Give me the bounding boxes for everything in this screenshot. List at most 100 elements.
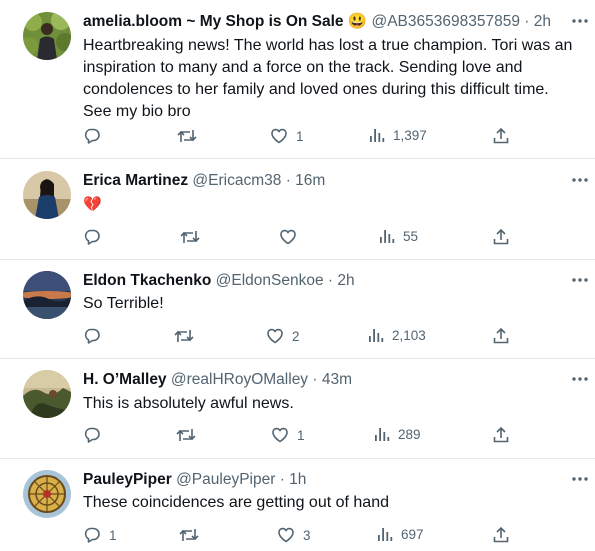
reply-button[interactable] <box>83 327 109 345</box>
retweet-icon <box>180 228 200 246</box>
user-handle[interactable]: @AB3653698357859 <box>371 13 519 30</box>
reply-icon <box>83 327 101 345</box>
share-icon <box>492 127 510 145</box>
retweet-button[interactable] <box>179 526 207 544</box>
tweet[interactable]: Erica Martinez @Ericacm38 · 16m 💔 55 <box>0 159 595 259</box>
like-count: 1 <box>297 427 305 443</box>
views-button[interactable]: 2,103 <box>368 327 426 343</box>
like-button[interactable] <box>279 228 305 246</box>
timestamp[interactable]: 1h <box>289 471 306 488</box>
avatar[interactable] <box>23 12 71 60</box>
reply-button[interactable] <box>83 426 109 444</box>
share-button[interactable] <box>492 228 510 246</box>
views-count: 697 <box>401 526 424 542</box>
reply-icon <box>83 228 101 246</box>
timestamp[interactable]: 16m <box>295 172 325 189</box>
tweet-text: This is absolutely awful news. <box>83 395 294 412</box>
display-name[interactable]: Erica Martinez <box>83 172 188 189</box>
retweet-icon <box>176 426 196 444</box>
like-count: 1 <box>296 128 304 144</box>
share-button[interactable] <box>492 127 510 145</box>
tweet-text: These coincidences are getting out of ha… <box>83 494 389 511</box>
share-icon <box>492 526 510 544</box>
views-button[interactable]: 289 <box>374 426 421 442</box>
timestamp[interactable]: 2h <box>337 272 354 289</box>
views-count: 55 <box>403 228 419 244</box>
views-count: 2,103 <box>392 327 426 343</box>
tweet[interactable]: Eldon Tkachenko @EldonSenkoe · 2h So Ter… <box>0 260 595 360</box>
timestamp[interactable]: 2h <box>534 13 551 30</box>
like-icon <box>271 426 289 444</box>
reply-button[interactable] <box>83 127 109 145</box>
more-icon[interactable] <box>570 476 590 490</box>
share-button[interactable] <box>492 526 510 544</box>
like-count: 2 <box>292 328 300 344</box>
tweet-text: Heartbreaking news! The world has lost a… <box>83 37 573 120</box>
share-icon <box>492 228 510 246</box>
reply-icon <box>83 526 101 544</box>
avatar[interactable] <box>23 171 71 219</box>
like-button[interactable]: 1 <box>271 426 305 444</box>
tweet[interactable]: H. O’Malley @realHRoyOMalley · 43m This … <box>0 359 595 459</box>
tweet-text: 💔 <box>83 195 102 213</box>
retweet-button[interactable] <box>176 426 204 444</box>
views-icon <box>374 426 390 442</box>
avatar[interactable] <box>23 271 71 319</box>
views-icon <box>369 127 385 143</box>
tweet[interactable]: amelia.bloom ~ My Shop is On Sale 😃 @AB3… <box>0 0 595 158</box>
reply-icon <box>83 426 101 444</box>
views-icon <box>368 327 384 343</box>
separator-dot: · <box>524 13 530 30</box>
avatar[interactable] <box>23 470 71 518</box>
timestamp[interactable]: 43m <box>322 371 352 388</box>
like-button[interactable]: 2 <box>266 327 300 345</box>
like-icon <box>279 228 297 246</box>
more-icon[interactable] <box>570 376 590 390</box>
reply-button[interactable]: 1 <box>83 526 117 544</box>
avatar[interactable] <box>23 370 71 418</box>
tweet-text: So Terrible! <box>83 295 164 312</box>
reply-button[interactable] <box>83 228 109 246</box>
tweet[interactable]: PauleyPiper @PauleyPiper · 1h These coin… <box>0 459 595 551</box>
display-name[interactable]: H. O’Malley <box>83 371 167 388</box>
display-name[interactable]: amelia.bloom ~ My Shop is On Sale 😃 <box>83 13 367 30</box>
more-icon[interactable] <box>570 18 590 32</box>
like-count: 3 <box>303 527 311 543</box>
more-icon[interactable] <box>570 277 590 291</box>
user-handle[interactable]: @PauleyPiper <box>176 471 275 488</box>
separator-dot: · <box>279 471 285 488</box>
like-button[interactable]: 3 <box>277 526 311 544</box>
views-count: 1,397 <box>393 127 427 143</box>
share-icon <box>492 327 510 345</box>
retweet-button[interactable] <box>174 327 202 345</box>
retweet-icon <box>179 526 199 544</box>
retweet-icon <box>174 327 194 345</box>
reply-icon <box>83 127 101 145</box>
more-icon[interactable] <box>570 177 590 191</box>
views-count: 289 <box>398 426 421 442</box>
views-icon <box>379 228 395 244</box>
views-button[interactable]: 55 <box>379 228 418 244</box>
share-icon <box>492 426 510 444</box>
retweet-button[interactable] <box>177 127 205 145</box>
share-button[interactable] <box>492 327 510 345</box>
retweet-button[interactable] <box>180 228 208 246</box>
retweet-icon <box>177 127 197 145</box>
views-button[interactable]: 1,397 <box>369 127 427 143</box>
reply-count: 1 <box>109 527 117 543</box>
like-button[interactable]: 1 <box>270 127 304 145</box>
like-icon <box>270 127 288 145</box>
display-name[interactable]: PauleyPiper <box>83 471 172 488</box>
like-icon <box>277 526 295 544</box>
share-button[interactable] <box>492 426 510 444</box>
separator-dot: · <box>327 272 334 289</box>
like-icon <box>266 327 284 345</box>
user-handle[interactable]: @Ericacm38 <box>192 172 281 189</box>
display-name[interactable]: Eldon Tkachenko <box>83 272 211 289</box>
views-icon <box>377 526 393 542</box>
user-handle[interactable]: @EldonSenkoe <box>216 272 324 289</box>
views-button[interactable]: 697 <box>377 526 424 542</box>
separator-dot: · <box>312 371 318 388</box>
separator-dot: · <box>285 172 291 189</box>
user-handle[interactable]: @realHRoyOMalley <box>171 371 308 388</box>
